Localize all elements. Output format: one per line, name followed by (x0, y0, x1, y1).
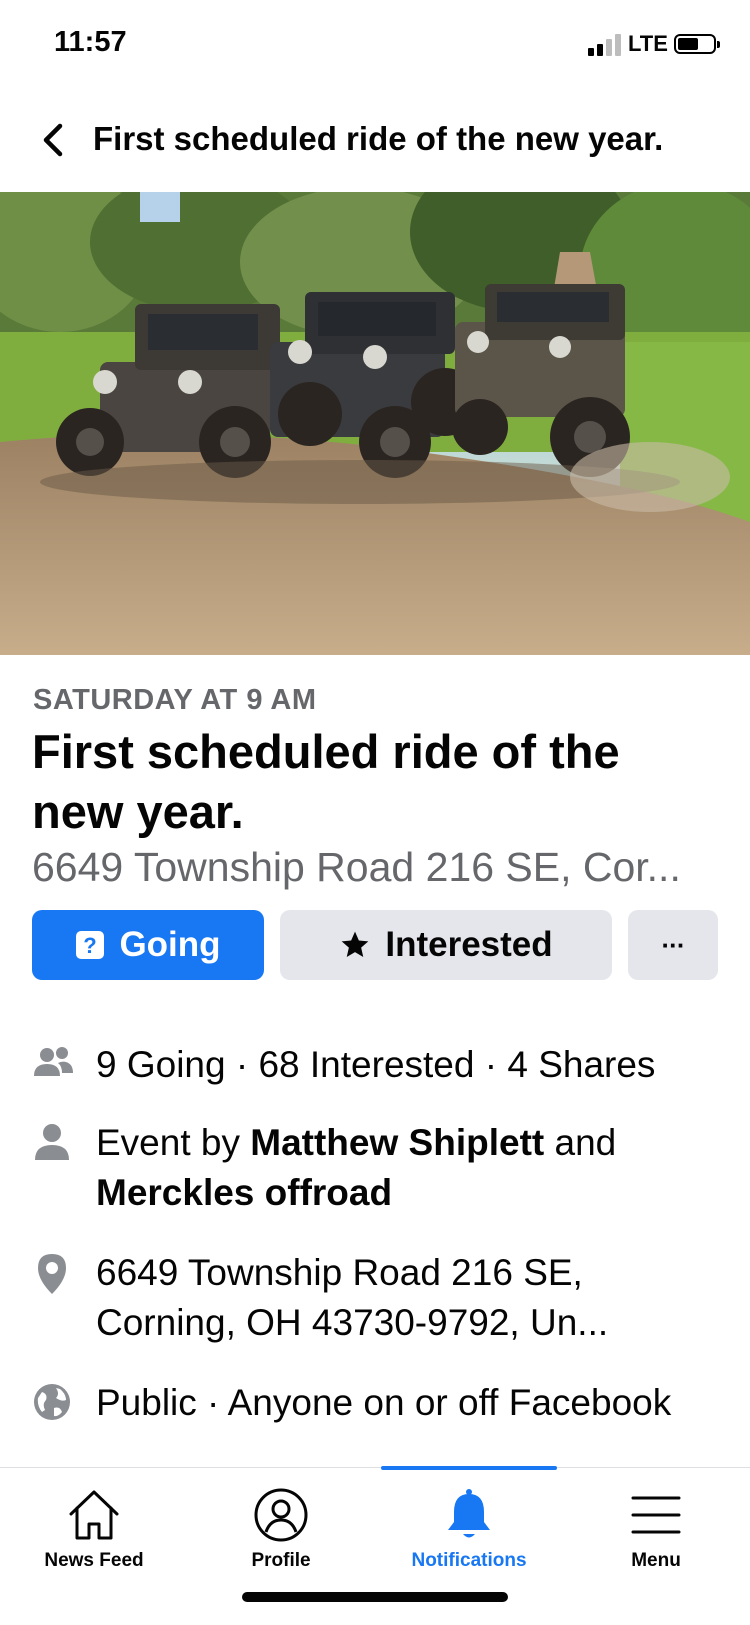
tab-news-feed[interactable]: News Feed (0, 1468, 188, 1588)
going-button[interactable]: ? Going (32, 910, 264, 980)
event-cover-photo[interactable] (0, 192, 750, 655)
chevron-left-icon (43, 123, 63, 157)
interested-button[interactable]: Interested (280, 910, 612, 980)
globe-icon (32, 1382, 72, 1422)
going-label: Going (119, 925, 221, 964)
person-icon (32, 1122, 72, 1162)
tab-label: News Feed (44, 1550, 144, 1571)
active-tab-indicator (381, 1466, 557, 1470)
event-privacy: Public · Anyone on or off Facebook (96, 1382, 672, 1423)
host-link-1[interactable]: Matthew Shiplett (250, 1122, 544, 1163)
event-host: Event by Matthew Shiplett and Merckles o… (96, 1118, 726, 1218)
tab-label: Profile (251, 1550, 311, 1571)
tab-label: Notifications (411, 1550, 527, 1571)
home-indicator[interactable] (242, 1592, 508, 1602)
host-and: and (544, 1122, 617, 1163)
bell-icon (440, 1486, 498, 1544)
svg-text:?: ? (84, 933, 97, 958)
event-stats: 9 Going · 68 Interested · 4 Shares (96, 1044, 656, 1085)
profile-icon (252, 1486, 310, 1544)
tab-label: Menu (631, 1550, 681, 1571)
status-time: 11:57 (54, 26, 127, 58)
host-prefix: Event by (96, 1122, 251, 1163)
home-icon (65, 1486, 123, 1544)
location-pin-icon (32, 1252, 72, 1294)
tab-profile[interactable]: Profile (187, 1468, 375, 1588)
more-icon: ··· (661, 929, 686, 960)
tab-menu[interactable]: Menu (562, 1468, 750, 1588)
question-icon: ? (75, 930, 105, 960)
host-link-2[interactable]: Merckles offroad (96, 1172, 392, 1213)
star-icon (339, 929, 371, 961)
interested-label: Interested (385, 925, 553, 964)
page-title: First scheduled ride of the new year. (93, 120, 664, 157)
more-options-button[interactable]: ··· (628, 910, 718, 980)
menu-icon (627, 1486, 685, 1544)
people-icon (32, 1044, 73, 1084)
battery-icon (674, 34, 720, 54)
status-bar: 11:57 LTE (0, 0, 750, 92)
back-button[interactable] (34, 118, 74, 162)
nav-header: First scheduled ride of the new year. (0, 92, 750, 192)
network-label: LTE (628, 31, 668, 56)
event-location: 6649 Township Road 216 SE, Corning, OH 4… (96, 1252, 609, 1343)
event-title: First scheduled ride of the new year. (32, 725, 620, 838)
tab-notifications[interactable]: Notifications (375, 1468, 563, 1588)
event-date: SATURDAY AT 9 AM (33, 684, 317, 716)
signal-icon (588, 34, 624, 56)
event-address[interactable]: 6649 Township Road 216 SE, Cor... (32, 844, 681, 891)
